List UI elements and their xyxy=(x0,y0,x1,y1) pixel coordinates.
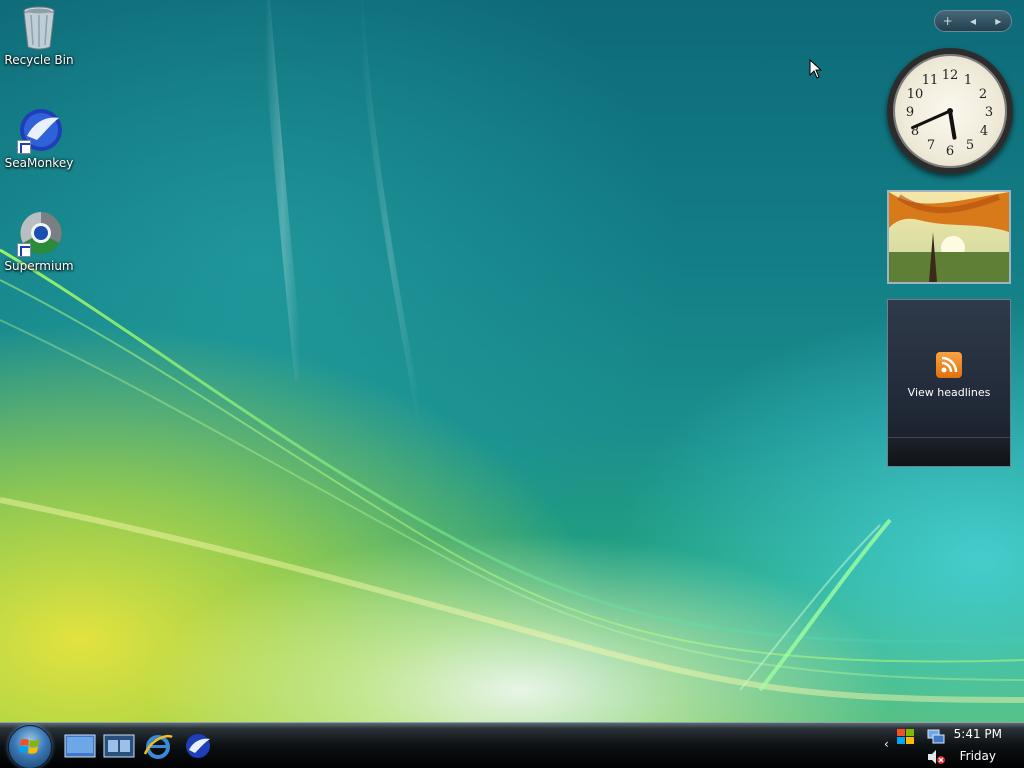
clock-number-7: 7 xyxy=(927,138,935,153)
system-tray: ‹ 5:41 PM Friday xyxy=(876,723,1024,768)
shortcut-arrow-icon xyxy=(17,243,31,257)
desktop[interactable]: Recycle Bin SeaMonkey Supermium + ◂ ▸ 12… xyxy=(0,0,1024,722)
clock-face: 12 1 2 3 4 5 6 7 8 9 10 11 xyxy=(906,68,993,159)
desktop-icon-recycle-bin[interactable]: Recycle Bin xyxy=(1,3,77,67)
show-desktop-button[interactable] xyxy=(64,732,96,760)
clock-time[interactable]: 5:41 PM xyxy=(954,727,1002,741)
network-icon[interactable] xyxy=(926,728,946,746)
desktop-icon-supermium[interactable]: Supermium xyxy=(1,209,77,273)
show-desktop-icon xyxy=(64,734,96,758)
mouse-cursor-icon xyxy=(809,58,823,83)
rss-icon xyxy=(936,352,962,378)
recycle-bin-icon xyxy=(15,3,63,51)
previous-page-button[interactable]: ◂ xyxy=(962,11,984,31)
show-hidden-icons-button[interactable]: ‹ xyxy=(884,737,889,751)
view-headlines-link[interactable]: View headlines xyxy=(888,386,1010,399)
wallpaper-streaks xyxy=(0,0,1024,703)
clock-number-5: 5 xyxy=(966,138,974,153)
clock-number-3: 3 xyxy=(985,105,993,120)
clock-number-4: 4 xyxy=(980,124,988,139)
volume-muted-icon[interactable] xyxy=(926,749,946,765)
supermium-label: Supermium xyxy=(4,259,74,273)
slideshow-gadget[interactable] xyxy=(887,190,1011,284)
internet-explorer-button[interactable] xyxy=(142,732,174,760)
clock-number-1: 1 xyxy=(964,73,972,88)
next-page-button[interactable]: ▸ xyxy=(987,11,1009,31)
gadget-controls: + ◂ ▸ xyxy=(934,10,1012,32)
taskbar: ‹ 5:41 PM Friday xyxy=(0,722,1024,768)
clock-number-12: 12 xyxy=(942,68,959,83)
autumn-tree-photo xyxy=(889,192,1009,282)
clock-number-6: 6 xyxy=(946,144,954,159)
add-gadget-button[interactable]: + xyxy=(937,11,959,31)
clock-number-9: 9 xyxy=(906,105,914,120)
windows-logo-icon xyxy=(19,739,39,754)
clock-hour-hand xyxy=(948,109,957,140)
clock-number-11: 11 xyxy=(922,73,939,88)
seamonkey-quick-launch-button[interactable] xyxy=(181,732,213,760)
recycle-bin-label: Recycle Bin xyxy=(4,53,74,67)
seamonkey-icon xyxy=(15,106,63,154)
windows-update-icon[interactable] xyxy=(896,728,916,746)
shortcut-arrow-icon xyxy=(17,140,31,154)
seamonkey-label: SeaMonkey xyxy=(4,156,74,170)
internet-explorer-icon xyxy=(143,734,173,759)
desktop-icon-seamonkey[interactable]: SeaMonkey xyxy=(1,106,77,170)
clock-number-10: 10 xyxy=(907,87,924,102)
start-button[interactable] xyxy=(8,725,52,768)
clock-center xyxy=(947,108,953,114)
seamonkey-icon xyxy=(186,734,210,758)
clock-minute-hand xyxy=(911,109,952,130)
switch-windows-icon xyxy=(103,734,135,758)
switch-windows-button[interactable] xyxy=(103,732,135,760)
clock-gadget[interactable]: 12 1 2 3 4 5 6 7 8 9 10 11 xyxy=(887,48,1013,174)
clock-day[interactable]: Friday xyxy=(960,749,996,763)
feed-gadget-footer xyxy=(888,437,1010,466)
feed-headlines-gadget[interactable]: View headlines xyxy=(887,299,1011,467)
supermium-icon xyxy=(15,209,63,257)
clock-number-2: 2 xyxy=(979,87,987,102)
